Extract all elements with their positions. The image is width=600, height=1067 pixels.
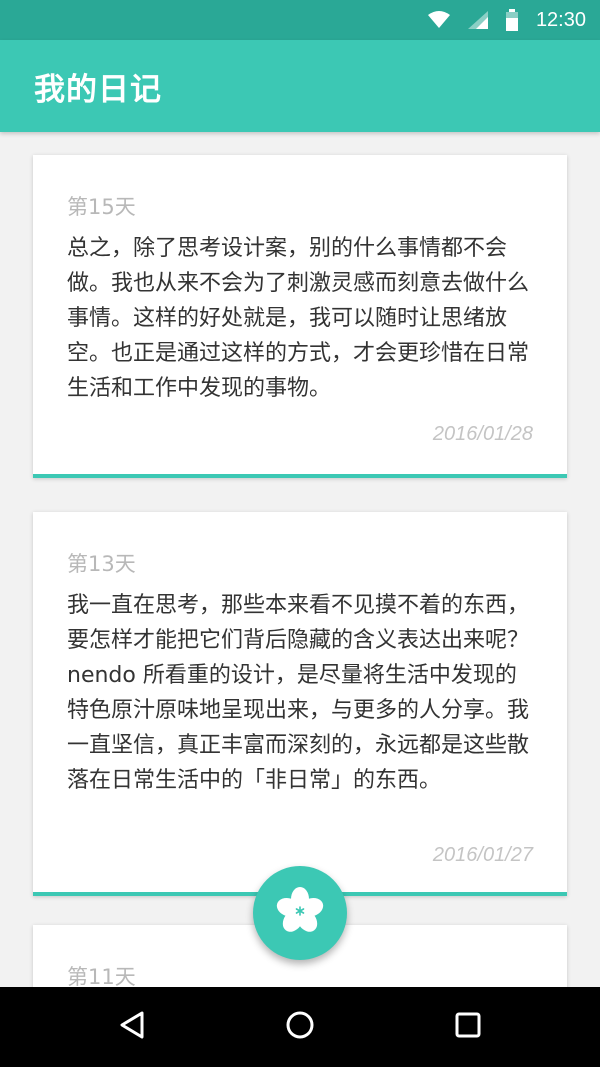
status-time: 12:30 <box>535 8 586 31</box>
diary-day-label: 第13天 <box>67 552 136 576</box>
diary-date: 2016/01/28 <box>432 423 533 445</box>
flower-icon <box>274 885 326 941</box>
recents-icon <box>454 1011 482 1043</box>
diary-date: 2016/01/27 <box>432 844 533 866</box>
wifi-icon <box>427 11 450 29</box>
page-title: 我的日记 <box>34 72 162 108</box>
diary-card[interactable]: 第13天 我一直在思考，那些本来看不见摸不着的东西，要怎样才能把它们背后隐藏的含… <box>33 512 567 896</box>
add-entry-button[interactable] <box>253 866 347 960</box>
battery-icon <box>505 9 518 31</box>
signal-icon <box>467 11 488 29</box>
diary-card[interactable]: 第15天 总之，除了思考设计案，别的什么事情都不会做。我也从来不会为了刺激灵感而… <box>33 155 567 478</box>
diary-day-label: 第15天 <box>67 195 136 219</box>
status-icons: 12:30 <box>427 0 586 40</box>
status-bar: 12:30 <box>0 0 600 40</box>
recents-button[interactable] <box>448 1007 488 1047</box>
diary-text: 总之，除了思考设计案，别的什么事情都不会做。我也从来不会为了刺激灵感而刻意去做什… <box>67 236 530 401</box>
back-icon <box>118 1010 146 1044</box>
home-icon <box>285 1010 315 1044</box>
diary-day-label: 第11天 <box>67 965 136 987</box>
back-button[interactable] <box>112 1007 152 1047</box>
diary-text: 我一直在思考，那些本来看不见摸不着的东西，要怎样才能把它们背后隐藏的含义表达出来… <box>67 593 530 793</box>
navigation-bar <box>0 987 600 1067</box>
app-bar: 我的日记 <box>0 40 600 132</box>
home-button[interactable] <box>280 1007 320 1047</box>
diary-list[interactable]: 第15天 总之，除了思考设计案，别的什么事情都不会做。我也从来不会为了刺激灵感而… <box>0 132 600 987</box>
